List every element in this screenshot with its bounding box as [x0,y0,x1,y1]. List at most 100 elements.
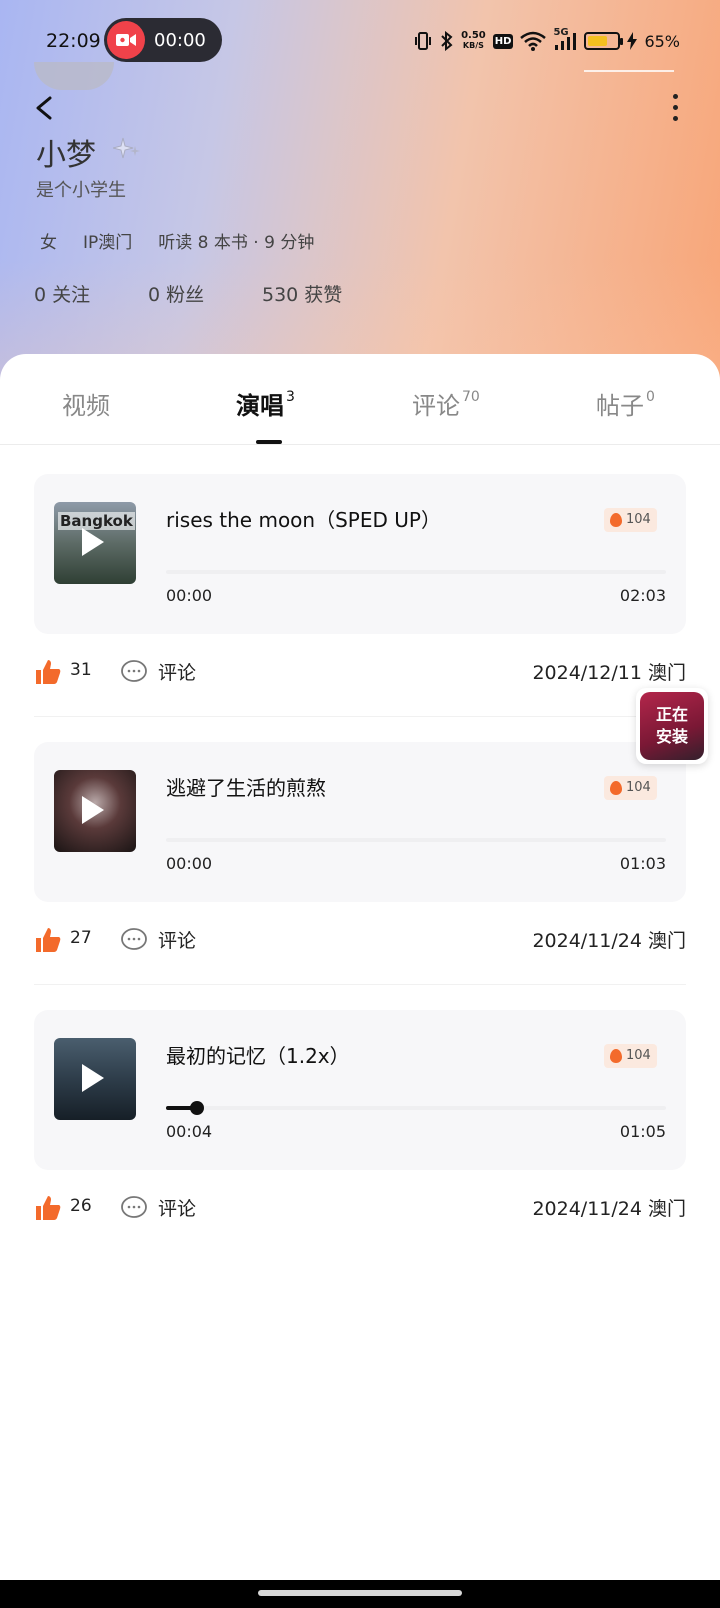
song-card[interactable]: Bangkok rises the moon（SPED UP） 104 00:0… [34,474,686,634]
tab-count: 0 [646,389,655,405]
screen-recording-pill[interactable]: 00:00 [104,18,222,62]
more-dot-icon [673,116,678,121]
installing-label-line1: 正在 [655,705,688,724]
tag-ip-location: IP澳门 [83,233,133,253]
network-speed-value: 0.50 [461,30,486,41]
cellular-signal-icon: 5G [553,27,577,51]
play-icon[interactable] [82,796,104,824]
more-options-button[interactable] [660,90,690,130]
flame-icon [610,781,622,795]
tag-reading-stats: 听读 8 本书 · 9 分钟 [158,233,315,253]
thumbs-up-icon[interactable] [34,926,62,954]
flame-icon [610,513,622,527]
song-cover[interactable] [54,1038,136,1120]
tab-count: 70 [462,389,480,405]
comment-icon[interactable] [120,926,148,954]
following-count[interactable]: 0 关注 [34,280,90,307]
bluetooth-icon [440,31,454,51]
song-cover[interactable]: Bangkok [54,502,136,584]
row-divider [34,716,686,717]
total-time: 02:03 [619,586,666,605]
network-speed: 0.50 KB/S [461,31,486,51]
like-count: 27 [70,928,92,948]
flame-icon [610,1049,622,1063]
profile-tags: 女 IP澳门 听读 8 本书 · 9 分钟 [40,228,314,253]
comment-button[interactable]: 评论 [158,1194,196,1221]
battery-icon [584,32,624,50]
current-time: 00:00 [166,586,213,605]
profile-name: 小梦 [36,138,96,173]
tab-divider [0,444,720,445]
row-divider [34,984,686,985]
song-card[interactable]: 逃避了生活的煎熬 104 00:00 01:03 [34,742,686,902]
current-time: 00:04 [166,1122,213,1141]
progress-knob[interactable] [190,1101,204,1115]
tab-singing[interactable]: 演唱 3 [236,386,295,421]
back-arrow-icon [36,96,52,120]
installing-label-line2: 安装 [655,727,688,746]
recording-timer: 00:00 [154,30,206,51]
tab-label: 帖子 [596,392,644,420]
tab-label: 演唱 [236,392,284,420]
followers-count[interactable]: 0 粉丝 [148,280,204,307]
tab-comments[interactable]: 评论 70 [412,386,480,421]
battery-level [588,36,607,46]
song-title: rises the moon（SPED UP） [166,508,441,532]
tab-label: 视频 [62,392,110,420]
play-icon[interactable] [82,528,104,556]
song-title: 逃避了生活的煎熬 [166,776,326,800]
thumbs-up-icon[interactable] [34,658,62,686]
tab-count: 3 [286,389,295,405]
post-date-location: 2024/11/24 澳门 [532,1198,686,1220]
play-icon[interactable] [82,1064,104,1092]
status-icons: 0.50 KB/S HD 5G 65% [413,26,680,56]
network-type-label: 5G [553,27,569,38]
progress-bar[interactable] [166,838,666,842]
progress-bar[interactable] [166,570,666,574]
progress-bar[interactable] [166,1101,666,1115]
heat-badge: 104 [604,776,657,800]
status-time: 22:09 [46,30,101,52]
home-gesture-handle[interactable] [258,1590,462,1596]
sparkle-icon [113,137,140,159]
comment-icon[interactable] [120,1194,148,1222]
more-dot-icon [673,105,678,110]
song-card[interactable]: 最初的记忆（1.2x） 104 00:04 01:05 [34,1010,686,1170]
total-time: 01:05 [619,1122,666,1141]
likes-received-count: 530 获赞 [262,284,343,306]
installing-app-widget[interactable]: 正在 安装 [636,688,708,764]
heat-count: 104 [626,1048,651,1063]
heat-badge: 104 [604,508,657,532]
header-divider [584,70,674,72]
back-button[interactable] [30,90,66,130]
comment-icon[interactable] [120,658,148,686]
more-dot-icon [673,94,678,99]
comment-button[interactable]: 评论 [158,658,196,685]
post-date-location: 2024/11/24 澳门 [532,930,686,952]
like-count: 26 [70,1196,92,1216]
heat-count: 104 [626,512,651,527]
hd-badge: HD [492,33,514,49]
record-icon [107,21,145,59]
current-time: 00:00 [166,854,213,873]
tag-gender: 女 [40,233,57,253]
heat-badge: 104 [604,1044,657,1068]
comment-button[interactable]: 评论 [158,926,196,953]
charging-icon [627,32,638,50]
tab-videos[interactable]: 视频 [62,386,110,421]
thumbs-up-icon[interactable] [34,1194,62,1222]
tab-label: 评论 [412,392,460,420]
total-time: 01:03 [619,854,666,873]
tab-posts[interactable]: 帖子 0 [596,386,655,421]
song-action-row: 26 评论 2024/11/24 澳门 [34,1188,686,1228]
song-cover[interactable] [54,770,136,852]
song-title: 最初的记忆（1.2x） [166,1044,350,1068]
battery-percent: 65% [644,31,680,51]
post-date-location: 2024/12/11 澳门 [532,662,686,684]
song-action-row: 27 评论 2024/11/24 澳门 [34,920,686,960]
heat-count: 104 [626,780,651,795]
like-count: 31 [70,660,92,680]
profile-bio: 是个小学生 [36,180,126,201]
network-speed-unit: KB/S [462,41,484,50]
wifi-icon [520,31,547,51]
